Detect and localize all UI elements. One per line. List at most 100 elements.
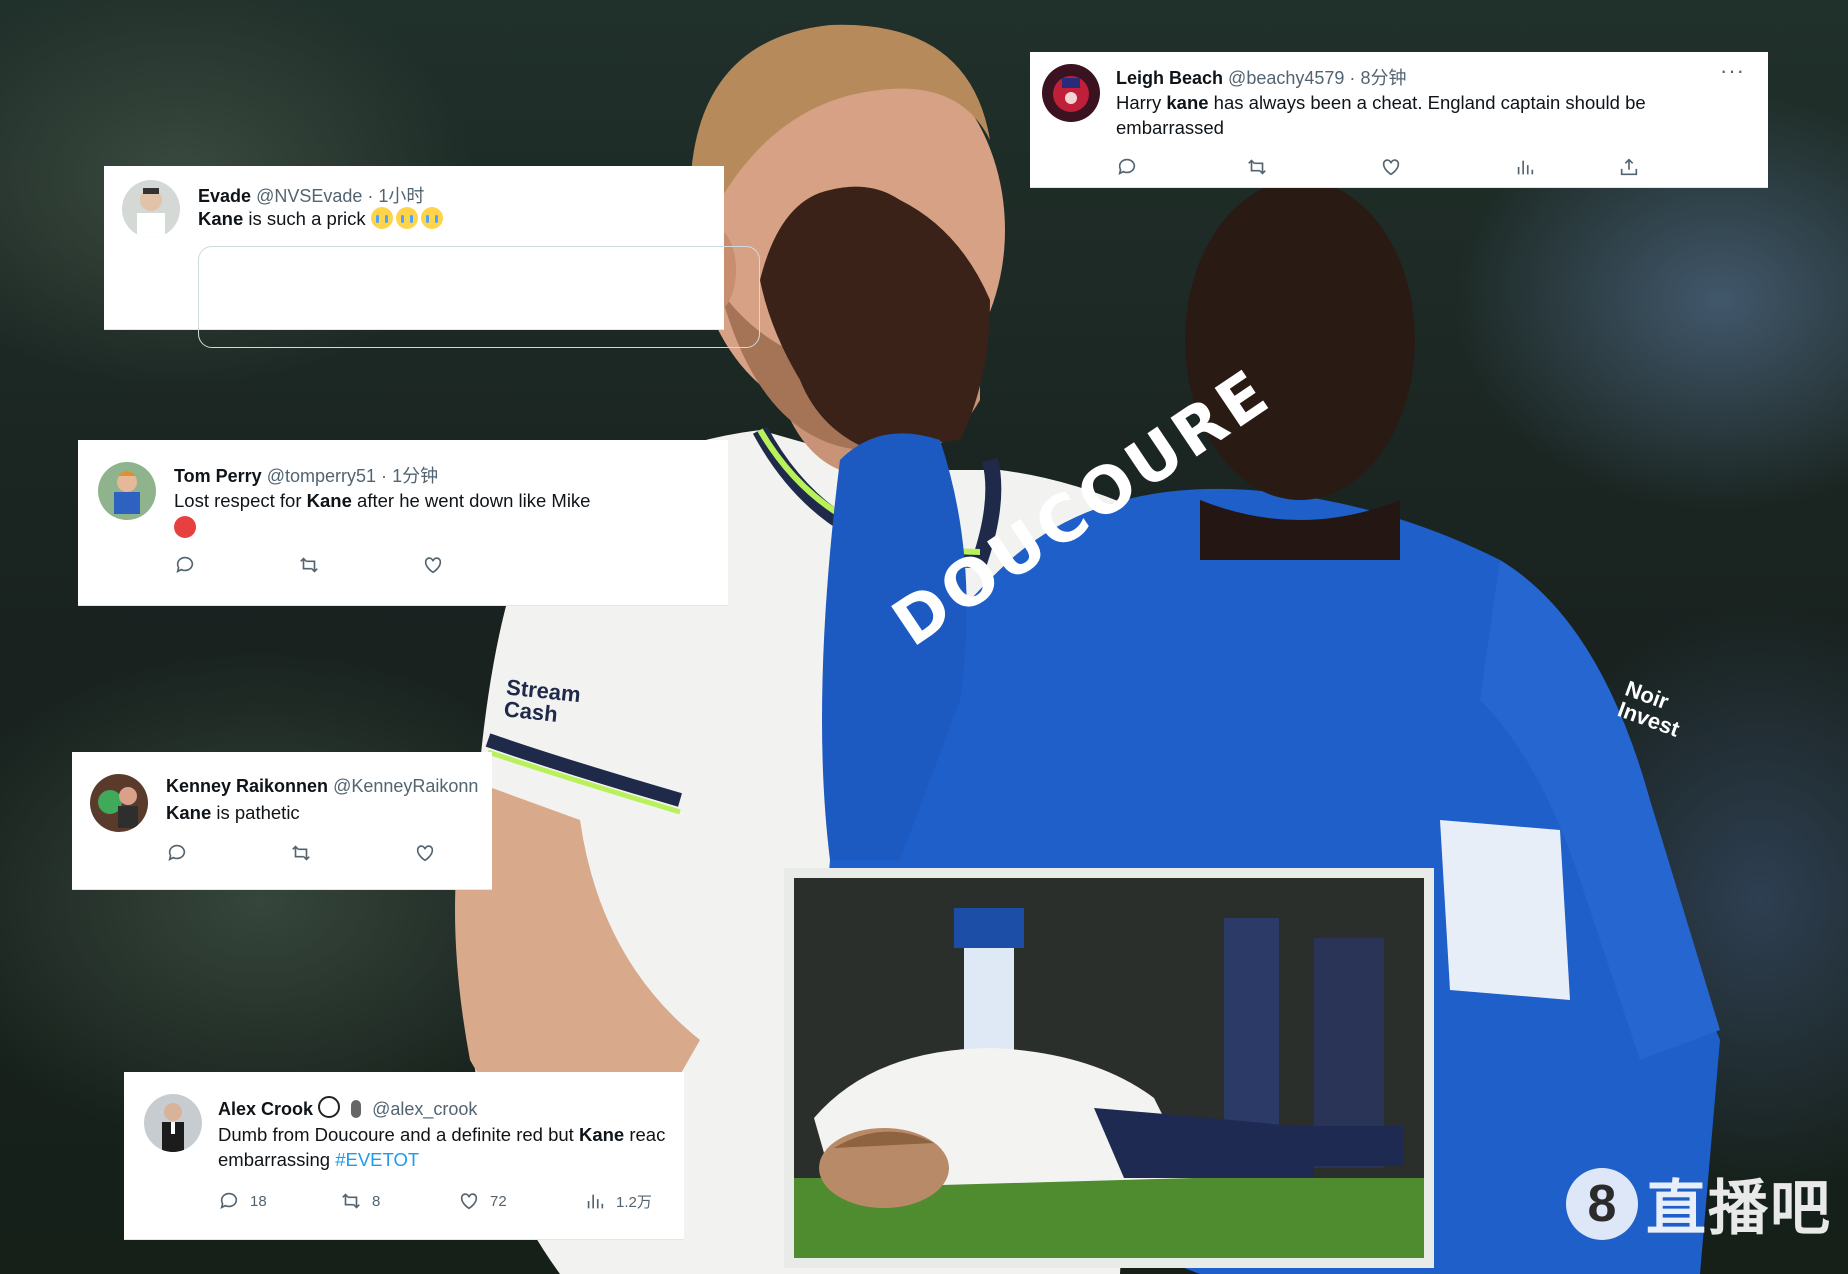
like-icon xyxy=(416,845,434,862)
tweet-text-rest: after he went down like Mike xyxy=(351,490,591,511)
views-button[interactable] xyxy=(1514,156,1618,178)
tweet-text-rest: is pathetic xyxy=(211,802,300,823)
tweet-text: Dumb from Doucoure and a definite red bu… xyxy=(218,1122,688,1172)
author-name[interactable]: Evade xyxy=(198,186,251,206)
inset-image xyxy=(794,878,1424,1258)
author-handle[interactable]: @tomperry51 xyxy=(267,466,376,486)
share-button[interactable] xyxy=(1618,156,1640,178)
like-count: 72 xyxy=(490,1192,507,1210)
views-icon xyxy=(587,1194,604,1209)
avatar[interactable] xyxy=(1042,64,1100,122)
highlight-keyword: Kane xyxy=(198,208,244,229)
inset-photo-frame xyxy=(784,868,1434,1268)
retweet-icon xyxy=(1248,159,1266,175)
watermark-text: 直播吧 xyxy=(1646,1174,1832,1244)
action-bar xyxy=(166,842,436,864)
tweet-text: Harry kane has always been a cheat. Engl… xyxy=(1116,90,1716,140)
separator: · xyxy=(1349,68,1356,88)
author-name[interactable]: Kenney Raikonnen xyxy=(166,776,328,796)
tweet-text: Kane is such a prick xyxy=(198,206,446,231)
microphone-icon xyxy=(351,1100,362,1118)
highlight-keyword: kane xyxy=(1166,92,1209,113)
watermark: 8 直播吧 xyxy=(1566,1160,1832,1247)
share-icon xyxy=(1620,158,1638,176)
views-icon xyxy=(1517,160,1534,175)
more-options-button[interactable]: ··· xyxy=(1720,58,1745,84)
tweet-card[interactable]: Tom Perry @tomperry51 · 1分钟 Lost respect… xyxy=(78,440,728,606)
highlight-keyword: Kane xyxy=(578,1124,625,1145)
avatar-image xyxy=(137,188,165,238)
tweet-card[interactable]: Evade @NVSEvade · 1小时 Kane is such a pri… xyxy=(104,166,760,348)
views-button[interactable]: 1.2万 xyxy=(584,1190,652,1212)
reply-button[interactable] xyxy=(166,842,290,864)
reply-count: 18 xyxy=(250,1192,267,1210)
tweet-card[interactable]: Alex Crook @alex_crook Dumb from Doucour… xyxy=(124,1072,684,1240)
reply-button[interactable]: 18 xyxy=(218,1190,340,1212)
sponsor-left: Stream Cash xyxy=(502,674,582,727)
like-button[interactable] xyxy=(414,842,436,864)
reply-button[interactable] xyxy=(174,554,298,576)
avatar-image xyxy=(162,1103,184,1152)
avatar[interactable] xyxy=(144,1094,202,1152)
action-bar xyxy=(1116,156,1640,178)
retweet-icon xyxy=(292,845,310,861)
highlight-keyword: Kane xyxy=(166,802,212,823)
retweet-button[interactable] xyxy=(290,842,414,864)
crying-emoji-icon xyxy=(370,207,393,229)
separator: · xyxy=(367,186,374,206)
avatar[interactable] xyxy=(90,774,148,832)
retweet-icon xyxy=(342,1193,360,1209)
tweet-text: Kane is pathetic xyxy=(166,800,300,825)
author-name[interactable]: Tom Perry xyxy=(174,466,262,486)
like-button[interactable]: 72 xyxy=(458,1190,584,1212)
like-icon xyxy=(1382,159,1400,176)
tweet-text-rest: is such a prick xyxy=(243,208,366,229)
retweet-count: 8 xyxy=(372,1192,381,1210)
like-icon xyxy=(424,557,442,574)
author-handle[interactable]: @NVSEvade xyxy=(256,186,362,206)
view-count: 1.2万 xyxy=(616,1193,652,1211)
inset-photo xyxy=(794,878,1424,1258)
action-bar: 18 8 72 1.2万 xyxy=(218,1190,652,1212)
timestamp[interactable]: 1小时 xyxy=(378,186,424,206)
author-name[interactable]: Alex Crook xyxy=(218,1099,313,1119)
watermark-logo: 8 xyxy=(1566,1167,1638,1240)
reply-icon xyxy=(1118,158,1136,175)
author-handle[interactable]: @alex_crook xyxy=(372,1099,477,1119)
avatar-image xyxy=(114,471,140,514)
tweet-text-pre: Lost respect for xyxy=(174,490,307,511)
tweet-text-pre: Harry xyxy=(1116,92,1167,113)
author-name[interactable]: Leigh Beach xyxy=(1116,68,1223,88)
tweet-card[interactable]: Kenney Raikonnen @KenneyRaikonn Kane is … xyxy=(72,752,492,890)
avatar[interactable] xyxy=(122,180,180,238)
tweet-text-rest: reac xyxy=(624,1124,666,1145)
retweet-button[interactable] xyxy=(1246,156,1380,178)
retweet-button[interactable]: 8 xyxy=(340,1190,458,1212)
tweet-text-line2: embarrassing xyxy=(218,1149,336,1170)
reply-icon xyxy=(176,556,194,573)
soccer-ball-icon xyxy=(318,1096,341,1118)
reply-icon xyxy=(220,1192,238,1209)
hashtag-link[interactable]: #EVETOT xyxy=(335,1149,419,1170)
avatar[interactable] xyxy=(98,462,156,520)
author-handle[interactable]: @KenneyRaikonn xyxy=(333,776,478,796)
angry-face-icon xyxy=(174,516,196,543)
tweet-text: Lost respect for Kane after he went down… xyxy=(174,488,590,513)
like-button[interactable] xyxy=(1380,156,1514,178)
timestamp[interactable]: 8分钟 xyxy=(1360,68,1406,88)
author-handle[interactable]: @beachy4579 xyxy=(1228,68,1344,88)
like-icon xyxy=(460,1193,478,1210)
avatar-image xyxy=(1053,76,1089,112)
like-button[interactable] xyxy=(422,554,444,576)
retweet-button[interactable] xyxy=(298,554,422,576)
reply-icon xyxy=(168,844,186,861)
action-bar xyxy=(174,554,444,576)
retweet-icon xyxy=(300,557,318,573)
crying-emoji-icon xyxy=(420,207,443,229)
reply-button[interactable] xyxy=(1116,156,1246,178)
separator: · xyxy=(381,466,388,486)
quoted-media-frame[interactable] xyxy=(198,246,760,348)
tweet-card[interactable]: Leigh Beach @beachy4579 · 8分钟 ··· Harry … xyxy=(1030,52,1768,188)
timestamp[interactable]: 1分钟 xyxy=(392,466,438,486)
scene: DOUCOURE Stream Cash Noir Invest Evade @… xyxy=(0,0,1848,1274)
